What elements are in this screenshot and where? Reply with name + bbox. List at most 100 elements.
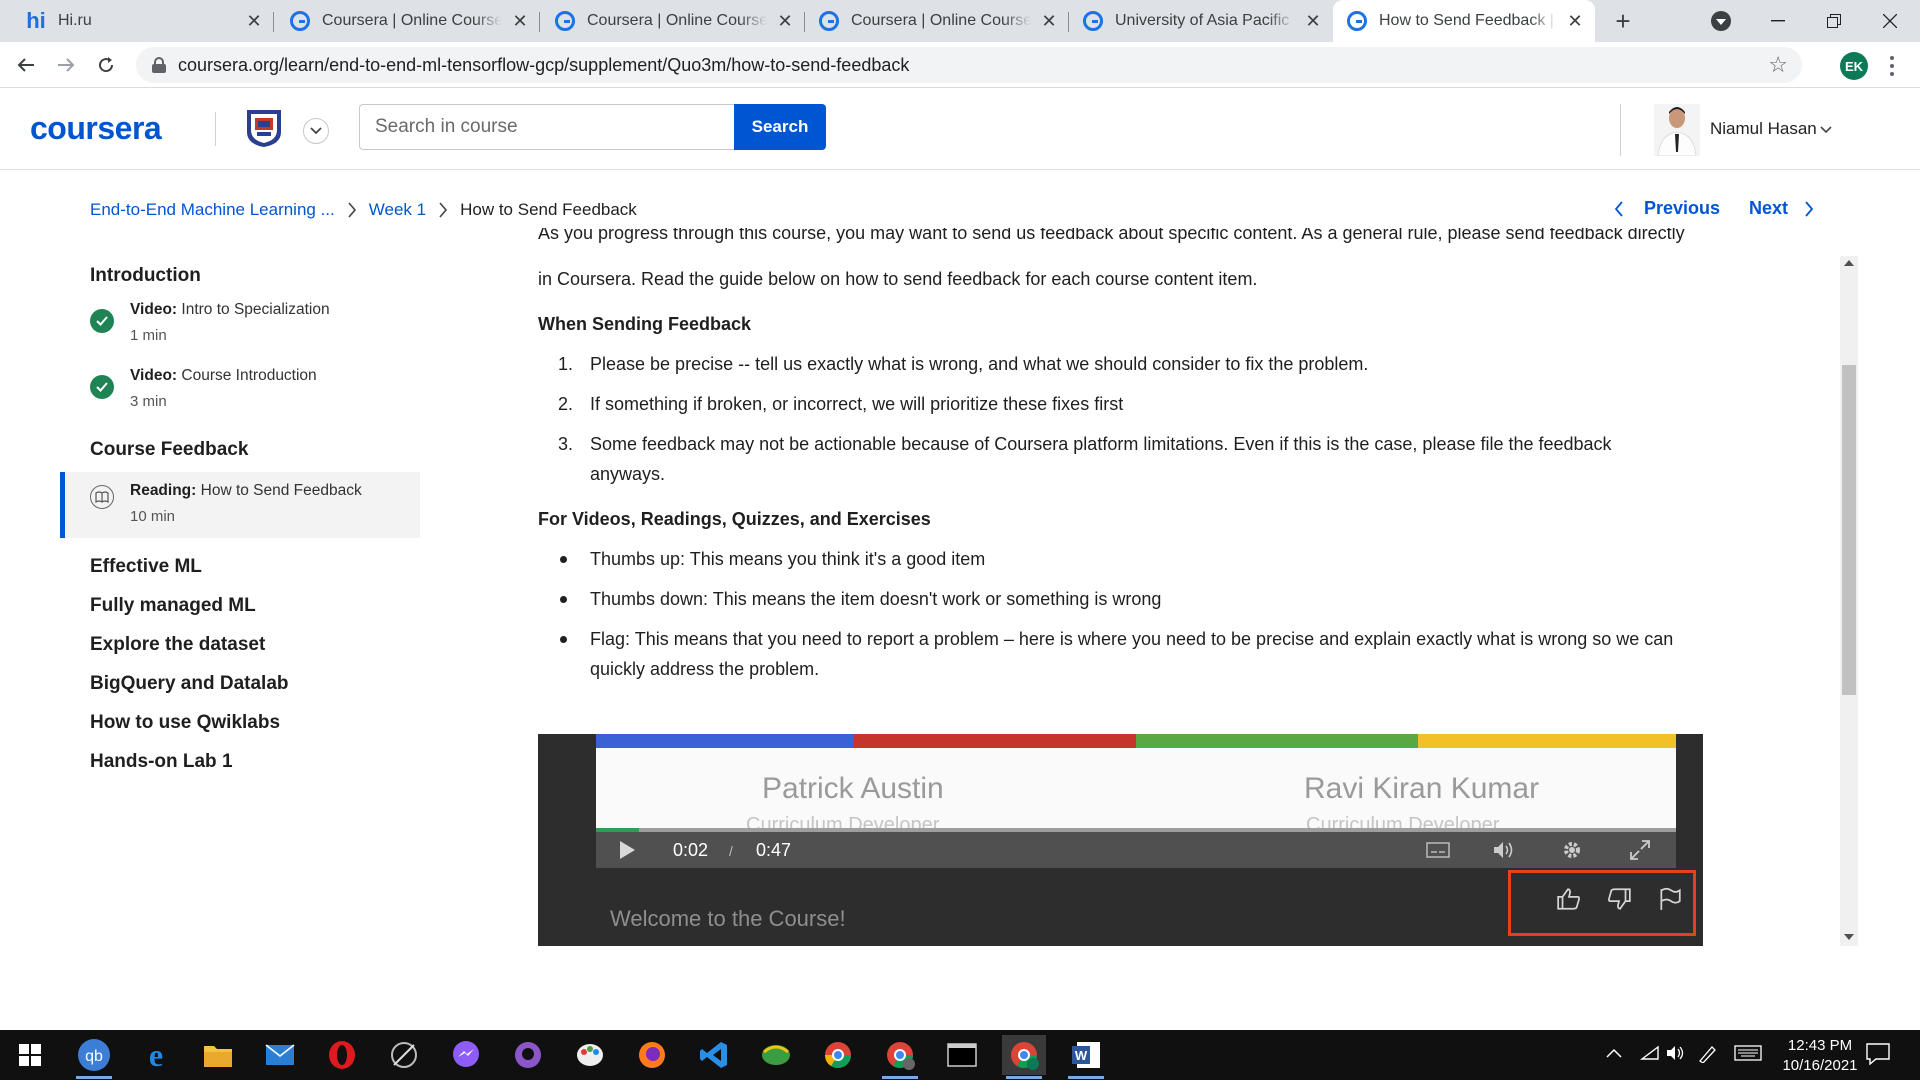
sidebar-item-how-to-send-feedback[interactable]: Reading: How to Send Feedback 10 min bbox=[60, 472, 420, 538]
volume-icon[interactable] bbox=[1666, 1045, 1686, 1066]
browser-tab[interactable]: Coursera | Online Courses & Credentials … bbox=[541, 0, 805, 42]
notifications-icon[interactable] bbox=[1866, 1043, 1890, 1070]
university-logo-icon[interactable] bbox=[243, 106, 285, 148]
tab-search-icon[interactable] bbox=[1711, 11, 1731, 31]
network-icon[interactable] bbox=[1639, 1045, 1660, 1066]
sidebar-section-fully-managed-ml[interactable]: Fully managed ML bbox=[60, 595, 420, 617]
chrome-icon[interactable] bbox=[816, 1035, 860, 1075]
opera-icon[interactable] bbox=[320, 1035, 364, 1075]
sidebar-section-hands-on-lab[interactable]: Hands-on Lab 1 bbox=[60, 751, 420, 773]
sidebar-section-effective-ml[interactable]: Effective ML bbox=[60, 556, 420, 578]
url-text: coursera.org/learn/end-to-end-ml-tensorf… bbox=[178, 54, 910, 75]
minimize-icon[interactable] bbox=[1750, 0, 1806, 42]
browser-tab[interactable]: Coursera | Online Courses & Credentials … bbox=[805, 0, 1069, 42]
firefox-icon[interactable] bbox=[630, 1035, 674, 1075]
browser-tab[interactable]: Coursera | Online Courses & Credentials … bbox=[276, 0, 540, 42]
vscode-icon[interactable] bbox=[692, 1035, 736, 1075]
keyboard-icon[interactable] bbox=[1734, 1045, 1762, 1066]
close-tab-icon[interactable]: ✕ bbox=[244, 11, 264, 31]
paint-icon[interactable] bbox=[568, 1035, 612, 1075]
avatar[interactable] bbox=[1654, 104, 1700, 157]
bullet-list: Thumbs up: This means you think it's a g… bbox=[538, 544, 1728, 684]
browser-tab[interactable]: University of Asia Pacific on Coursera ✕ bbox=[1069, 0, 1333, 42]
next-button[interactable]: Next bbox=[1749, 198, 1814, 219]
svg-text:W: W bbox=[1075, 1048, 1088, 1063]
word-icon[interactable]: W bbox=[1064, 1035, 1108, 1079]
numbered-list: 1. Please be precise -- tell us exactly w… bbox=[538, 349, 1728, 489]
thumbs-down-icon bbox=[1604, 884, 1634, 914]
bookmark-star-icon[interactable]: ☆ bbox=[1768, 52, 1788, 78]
sidebar-item-intro-to-specialization[interactable]: Video: Intro to Specialization 1 min bbox=[60, 301, 420, 367]
video-duration: 0:47 bbox=[756, 840, 792, 860]
scroll-down-icon[interactable] bbox=[1844, 934, 1854, 940]
chevron-down-icon[interactable] bbox=[1818, 121, 1834, 137]
tab-title: How to Send Feedback | Coursera bbox=[1379, 12, 1557, 29]
breadcrumb-week-link[interactable]: Week 1 bbox=[369, 200, 426, 220]
forward-icon[interactable] bbox=[50, 49, 82, 81]
search-input[interactable] bbox=[359, 104, 734, 150]
reading-content: in Coursera. Read the guide below on how… bbox=[538, 264, 1728, 684]
edge-icon[interactable]: e bbox=[134, 1035, 178, 1075]
chrome-profile-icon[interactable] bbox=[878, 1035, 922, 1079]
satellite-app-icon[interactable] bbox=[382, 1035, 426, 1075]
search-button[interactable]: Search bbox=[734, 104, 826, 150]
browser-tab-strip: hi Hi.ru ✕ Coursera | Online Courses & C… bbox=[0, 0, 1920, 42]
close-window-icon[interactable] bbox=[1862, 0, 1918, 42]
breadcrumb-course-link[interactable]: End-to-End Machine Learning ... bbox=[90, 200, 335, 220]
maximize-icon[interactable] bbox=[1806, 0, 1862, 42]
messenger-icon[interactable] bbox=[444, 1035, 488, 1075]
sidebar-item-course-introduction[interactable]: Video: Course Introduction 3 min bbox=[60, 367, 420, 433]
reload-icon[interactable] bbox=[90, 49, 122, 81]
close-tab-icon[interactable]: ✕ bbox=[1039, 11, 1059, 31]
previous-button[interactable]: Previous bbox=[1614, 198, 1720, 219]
windows-start-icon[interactable] bbox=[8, 1035, 52, 1075]
item-title: Intro to Specialization bbox=[181, 301, 330, 318]
user-name[interactable]: Niamul Hasan bbox=[1710, 119, 1817, 139]
chevron-down-icon[interactable] bbox=[303, 118, 329, 144]
terminal-icon[interactable] bbox=[940, 1035, 984, 1075]
item-duration: 1 min bbox=[130, 327, 167, 344]
scroll-up-icon[interactable] bbox=[1844, 260, 1854, 266]
checkmark-icon bbox=[90, 309, 114, 333]
chevron-right-icon bbox=[426, 202, 460, 218]
volume-icon bbox=[1491, 838, 1517, 862]
heading-videos-readings: For Videos, Readings, Quizzes, and Exerc… bbox=[538, 509, 931, 529]
close-tab-icon[interactable]: ✕ bbox=[1303, 11, 1323, 31]
browser-tab-active[interactable]: How to Send Feedback | Coursera ✕ bbox=[1333, 0, 1595, 42]
github-icon[interactable] bbox=[506, 1035, 550, 1075]
address-bar[interactable]: coursera.org/learn/end-to-end-ml-tensorf… bbox=[136, 47, 1802, 83]
browser-profile-avatar[interactable]: EK bbox=[1840, 52, 1868, 80]
sidebar-section-course-feedback[interactable]: Course Feedback bbox=[60, 439, 420, 461]
lock-icon bbox=[152, 57, 166, 73]
list-item: Thumbs up: This means you think it's a g… bbox=[538, 544, 1728, 574]
sidebar-section-qwiklabs[interactable]: How to use Qwiklabs bbox=[60, 712, 420, 734]
item-type: Video: bbox=[130, 301, 178, 318]
close-tab-icon[interactable]: ✕ bbox=[1565, 11, 1585, 31]
settings-gear-icon bbox=[1559, 838, 1585, 862]
close-tab-icon[interactable]: ✕ bbox=[775, 11, 795, 31]
close-tab-icon[interactable]: ✕ bbox=[510, 11, 530, 31]
course-sidebar: Introduction Video: Intro to Specializat… bbox=[60, 248, 420, 773]
reading-icon bbox=[90, 485, 114, 509]
coursera-favicon-icon bbox=[555, 11, 575, 31]
chrome-ek-icon[interactable] bbox=[1002, 1035, 1046, 1079]
browser-tab[interactable]: hi Hi.ru ✕ bbox=[12, 0, 274, 42]
browser-menu-icon[interactable] bbox=[1884, 52, 1900, 80]
coursera-favicon-icon bbox=[1083, 11, 1103, 31]
coursera-logo[interactable]: coursera bbox=[30, 110, 162, 147]
taskbar-clock[interactable]: 12:43 PM 10/16/2021 bbox=[1770, 1036, 1870, 1076]
sidebar-section-bigquery-datalab[interactable]: BigQuery and Datalab bbox=[60, 673, 420, 695]
back-icon[interactable] bbox=[10, 49, 42, 81]
new-tab-icon[interactable]: + bbox=[1608, 6, 1638, 36]
show-hidden-icons-icon[interactable] bbox=[1606, 1045, 1622, 1063]
intro-paragraph-line1: As you progress through this course, you… bbox=[538, 228, 1685, 243]
mail-icon[interactable] bbox=[258, 1035, 302, 1075]
pen-icon[interactable] bbox=[1698, 1045, 1718, 1068]
file-explorer-icon[interactable] bbox=[196, 1035, 240, 1075]
globe-app-icon[interactable] bbox=[754, 1035, 798, 1075]
scrollbar-thumb[interactable] bbox=[1842, 365, 1856, 695]
sidebar-section-explore-dataset[interactable]: Explore the dataset bbox=[60, 634, 420, 656]
heading-when-sending-feedback: When Sending Feedback bbox=[538, 314, 752, 334]
qbittorrent-icon[interactable]: qb bbox=[72, 1035, 116, 1079]
sidebar-section-introduction[interactable]: Introduction bbox=[60, 265, 420, 287]
